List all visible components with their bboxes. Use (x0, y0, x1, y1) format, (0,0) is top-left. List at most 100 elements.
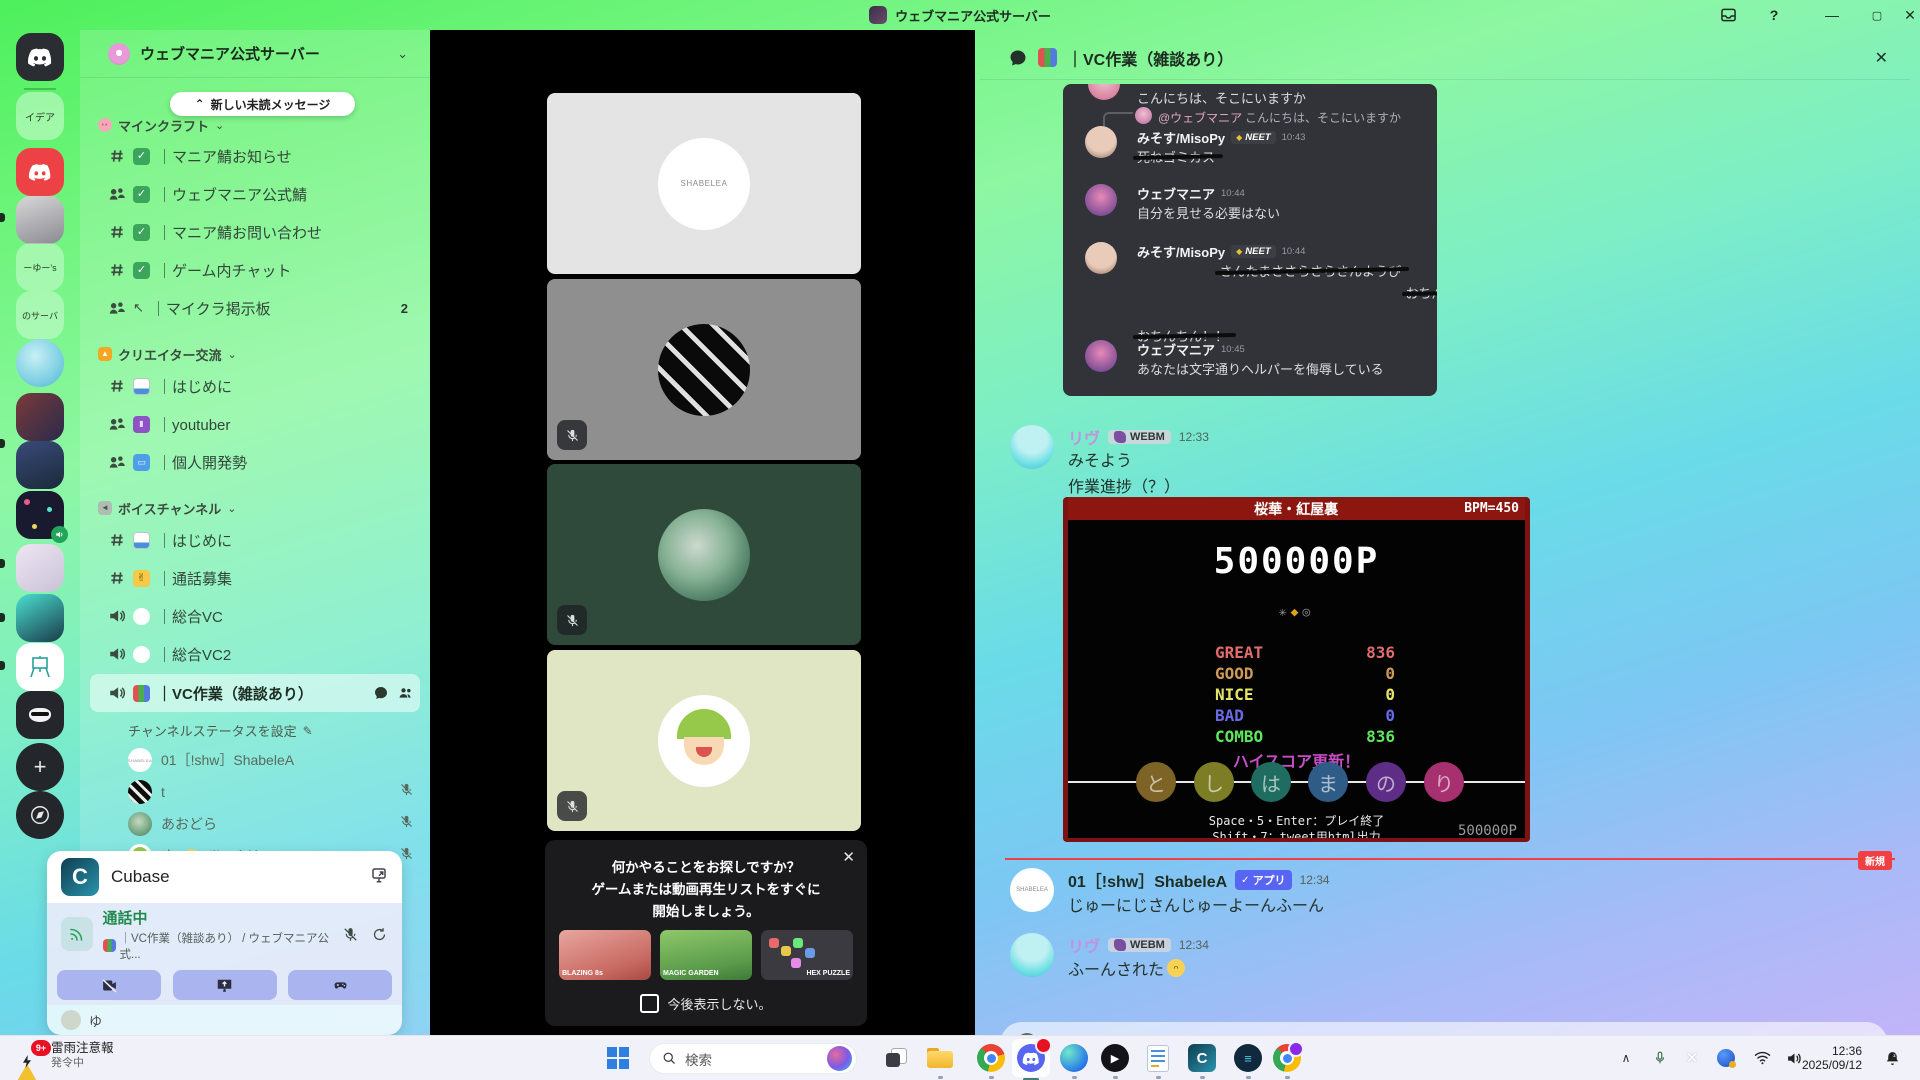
task-view-button[interactable] (878, 1041, 914, 1075)
voice-user-shabelea[interactable]: SHABELEA 01［!shw］ShabeleA (128, 746, 428, 774)
screenshare-button[interactable] (173, 970, 277, 1000)
avatar[interactable] (1010, 933, 1054, 977)
popout-icon[interactable] (370, 866, 388, 889)
start-button[interactable] (600, 1041, 636, 1075)
server-icon-yuyu[interactable]: ーゆー's (16, 243, 64, 291)
taskbar-discord-active[interactable] (1012, 1039, 1050, 1077)
new-unread-banner[interactable]: ⌃ 新しい未読メッセージ (170, 92, 355, 116)
server-icon-mysrv[interactable]: のサーバ (16, 291, 64, 339)
server-icon-avatar-miku[interactable] (16, 594, 64, 642)
username[interactable]: リヴ (1068, 933, 1100, 957)
channel-status-row[interactable]: チャンネルステータスを設定 ✎ (128, 721, 313, 740)
channel-official-forum[interactable]: ✅ ｜ウェブマニア公式鯖 (90, 177, 420, 211)
avatar[interactable] (1010, 425, 1054, 469)
chat-screenshot-attachment[interactable]: こんにちは、そこにいますか @ウェブマニア こんにちは、そこにいますか みそす/… (1063, 84, 1437, 396)
category-label: ボイスチャンネル (118, 499, 221, 518)
help-icon[interactable]: ? (1752, 0, 1796, 30)
username[interactable]: リヴ (1068, 425, 1100, 449)
close-icon[interactable]: ✕ (1875, 48, 1888, 68)
channel-inquiry[interactable]: ✅ ｜マニア鯖お問い合わせ (90, 215, 420, 249)
video-tile-aodora[interactable] (547, 464, 861, 645)
taskbar-file-explorer[interactable] (922, 1041, 958, 1075)
channel-sogo-vc[interactable]: 💬 ｜総合VC (90, 599, 420, 633)
server-icon-red-discord[interactable] (16, 148, 64, 196)
server-icon-avatar-news[interactable] (16, 441, 64, 489)
channel-call-recruit[interactable]: 🖖 ｜通話募集 (90, 561, 420, 595)
voice-user-aodora[interactable]: あおどら (128, 810, 428, 838)
channel-indie-dev[interactable]: 💻 ｜個人開発勢 (90, 445, 420, 479)
user-row-partial[interactable]: ゆ (47, 1005, 402, 1035)
username[interactable]: 01［!shw］ShabeleA (1068, 868, 1227, 892)
server-icon-avatar-blue[interactable] (16, 339, 64, 387)
channel-hajimeni-1[interactable]: 📖 ｜はじめに (90, 369, 420, 403)
taskbar-media-player[interactable]: ▶ (1097, 1041, 1133, 1075)
activities-button[interactable] (288, 970, 392, 1000)
tray-wifi-icon[interactable] (1748, 1041, 1776, 1075)
video-tile-t[interactable] (547, 279, 861, 460)
channel-minecraft-board[interactable]: ↖ ｜マイクラ掲示板 2 (90, 291, 420, 325)
taskbar-notes[interactable] (1140, 1041, 1176, 1075)
server-icon-idea[interactable]: イデア (16, 92, 64, 140)
judge-label: COMBO (1215, 727, 1263, 746)
taskbar-chrome-profile[interactable] (1269, 1041, 1305, 1075)
refresh-icon[interactable] (371, 926, 388, 943)
tray-mic-icon[interactable] (1646, 1041, 1674, 1075)
dont-show-checkbox[interactable] (640, 994, 659, 1013)
channel-actions (373, 685, 414, 701)
discover-button[interactable] (16, 791, 64, 839)
tray-x-icon[interactable]: ✕ (1678, 1041, 1706, 1075)
server-icon-easel[interactable] (16, 643, 64, 691)
tray-chevron-up[interactable]: ∧ (1612, 1041, 1640, 1075)
category-minecraft[interactable]: 🐽 マインクラフト ⌄ (98, 114, 224, 136)
inbox-icon[interactable] (1706, 0, 1750, 30)
add-server-button[interactable]: + (16, 743, 64, 791)
taskbar-audio-app[interactable]: ≡ (1230, 1041, 1266, 1075)
server-icon-avatar-1[interactable] (16, 196, 64, 244)
speaker-icon (108, 684, 126, 702)
server-icon-avatar-girl[interactable] (16, 544, 64, 592)
taskbar-cubase[interactable]: C (1184, 1041, 1220, 1075)
weather-widget[interactable]: 9+ 雷雨注意報 発令中 (12, 1041, 114, 1071)
forum-icon (108, 185, 126, 203)
video-tile-yu[interactable] (547, 650, 861, 831)
chat-bubble-icon[interactable] (373, 685, 389, 701)
category-creator[interactable]: 🔼 クリエイター交流 ⌄ (98, 343, 237, 365)
server-icon-avatar-cat[interactable] (16, 691, 64, 739)
video-tile-shabelea[interactable]: SHABELEA (547, 93, 861, 274)
close-window-button[interactable]: ✕ (1888, 0, 1920, 30)
game-score-attachment[interactable]: 桜華・紅屋裏 BPM=450 500000P ✳◆◎ GREAT836 GOOD… (1063, 497, 1530, 842)
home-button[interactable] (16, 33, 64, 81)
voice-user-t[interactable]: t (128, 778, 428, 806)
avatar[interactable]: SHABELEA (1010, 868, 1054, 912)
message-text-row: ふーんされた 😭 (1068, 956, 1185, 980)
channel-sogo-vc2[interactable]: 💬 ｜総合VC2 (90, 637, 420, 671)
avatar: SHABELEA (128, 748, 152, 772)
tray-app-sphere[interactable] (1712, 1041, 1740, 1075)
game-thumb-blazing8s[interactable]: BLAZING 8s (559, 930, 651, 980)
speech-bubble-emoji: 💬 (133, 608, 150, 625)
game-thumb-magic-garden[interactable]: MAGIC GARDEN (660, 930, 752, 980)
channel-vc-work-selected[interactable]: 📚 ｜VC作業（雑談あり） (90, 674, 420, 712)
members-icon[interactable] (397, 685, 414, 701)
server-icon-avatar-2[interactable] (16, 393, 64, 441)
taskbar-edge[interactable] (1056, 1041, 1092, 1075)
channel-ingame-chat[interactable]: ✅ ｜ゲーム内チャット (90, 253, 420, 287)
game-thumb-hex-puzzle[interactable]: HEX PUZZLE (761, 930, 853, 980)
taskbar-chrome[interactable] (973, 1041, 1009, 1075)
server-header[interactable]: ウェブマニア公式サーバー ⌄ (80, 30, 430, 78)
tray-clock[interactable]: 12:36 2025/09/12 (1802, 1044, 1862, 1072)
avatar (1088, 84, 1120, 100)
camera-off-button[interactable] (57, 970, 161, 1000)
chat-header: ｜VC作業（雑談あり） ✕ (980, 36, 1910, 80)
mic-muted-icon[interactable] (342, 926, 359, 943)
channel-youtuber[interactable]: 🎬 ｜youtuber (90, 407, 420, 441)
channel-mania-news[interactable]: ✅ ｜マニア鯖お知らせ (90, 139, 420, 173)
category-voice[interactable]: 🔉 ボイスチャンネル ⌄ (98, 497, 236, 519)
channel-hajimeni-2[interactable]: 📖 ｜はじめに (90, 523, 420, 557)
channel-status-label: チャンネルステータスを設定 (128, 721, 297, 740)
minimize-button[interactable]: — (1810, 0, 1854, 30)
server-icon-avatar-fireworks[interactable] (16, 491, 64, 539)
tray-notification-bell[interactable]: z (1876, 1041, 1908, 1075)
search-icon (662, 1051, 677, 1066)
search-box[interactable]: 検索 (649, 1043, 857, 1074)
